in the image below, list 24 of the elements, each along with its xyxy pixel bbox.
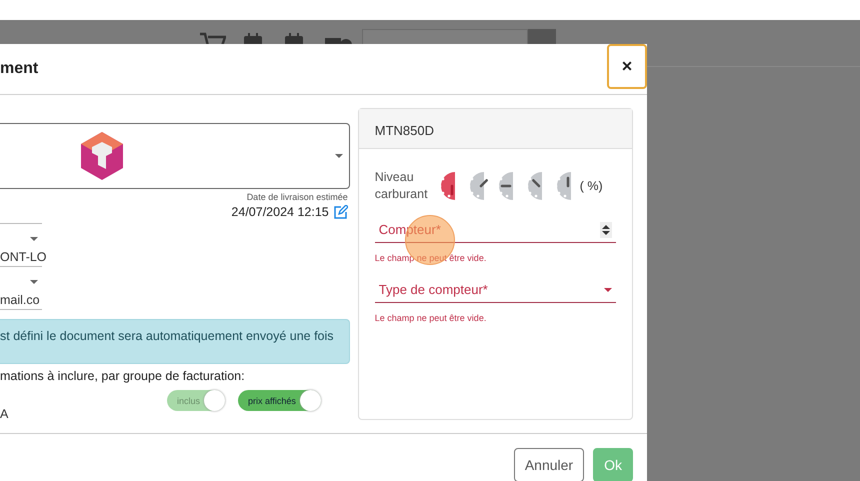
cube-logo-icon xyxy=(80,131,124,181)
delivery-date-label: Date de livraison estimée xyxy=(246,192,348,202)
dialog-title: ment xyxy=(0,60,38,78)
include-label: mations à inclure, par groupe de facturation: xyxy=(0,369,246,383)
info-alert: st défini le document sera automatiquement envoyé une fois xyxy=(0,319,350,364)
caret-icon xyxy=(30,280,38,284)
error-message: Le champ ne peut être vide. xyxy=(374,313,488,323)
spinner-icon[interactable] xyxy=(600,222,612,238)
caret-icon xyxy=(30,237,38,241)
caret-icon xyxy=(334,154,343,158)
close-button[interactable]: × xyxy=(607,44,647,89)
panel-title: MTN850D xyxy=(358,109,632,149)
edit-icon[interactable] xyxy=(334,205,348,219)
fuel-level-label: Niveau carburant xyxy=(374,169,429,203)
error-message: Le champ ne peut être vide. xyxy=(374,253,488,263)
logo-select[interactable] xyxy=(0,123,350,189)
toggle-switch[interactable]: prix affichés xyxy=(238,390,321,411)
group-name: A xyxy=(0,407,10,421)
cancel-button[interactable]: Annuler xyxy=(514,448,584,481)
delivery-date: 24/07/2024 12:15 xyxy=(231,205,329,219)
fuel-unit: ( %) xyxy=(580,179,603,193)
select-field[interactable]: mail.co xyxy=(0,267,42,310)
caret-icon xyxy=(604,288,612,292)
input-field[interactable]: Type de compteur* xyxy=(374,277,616,303)
